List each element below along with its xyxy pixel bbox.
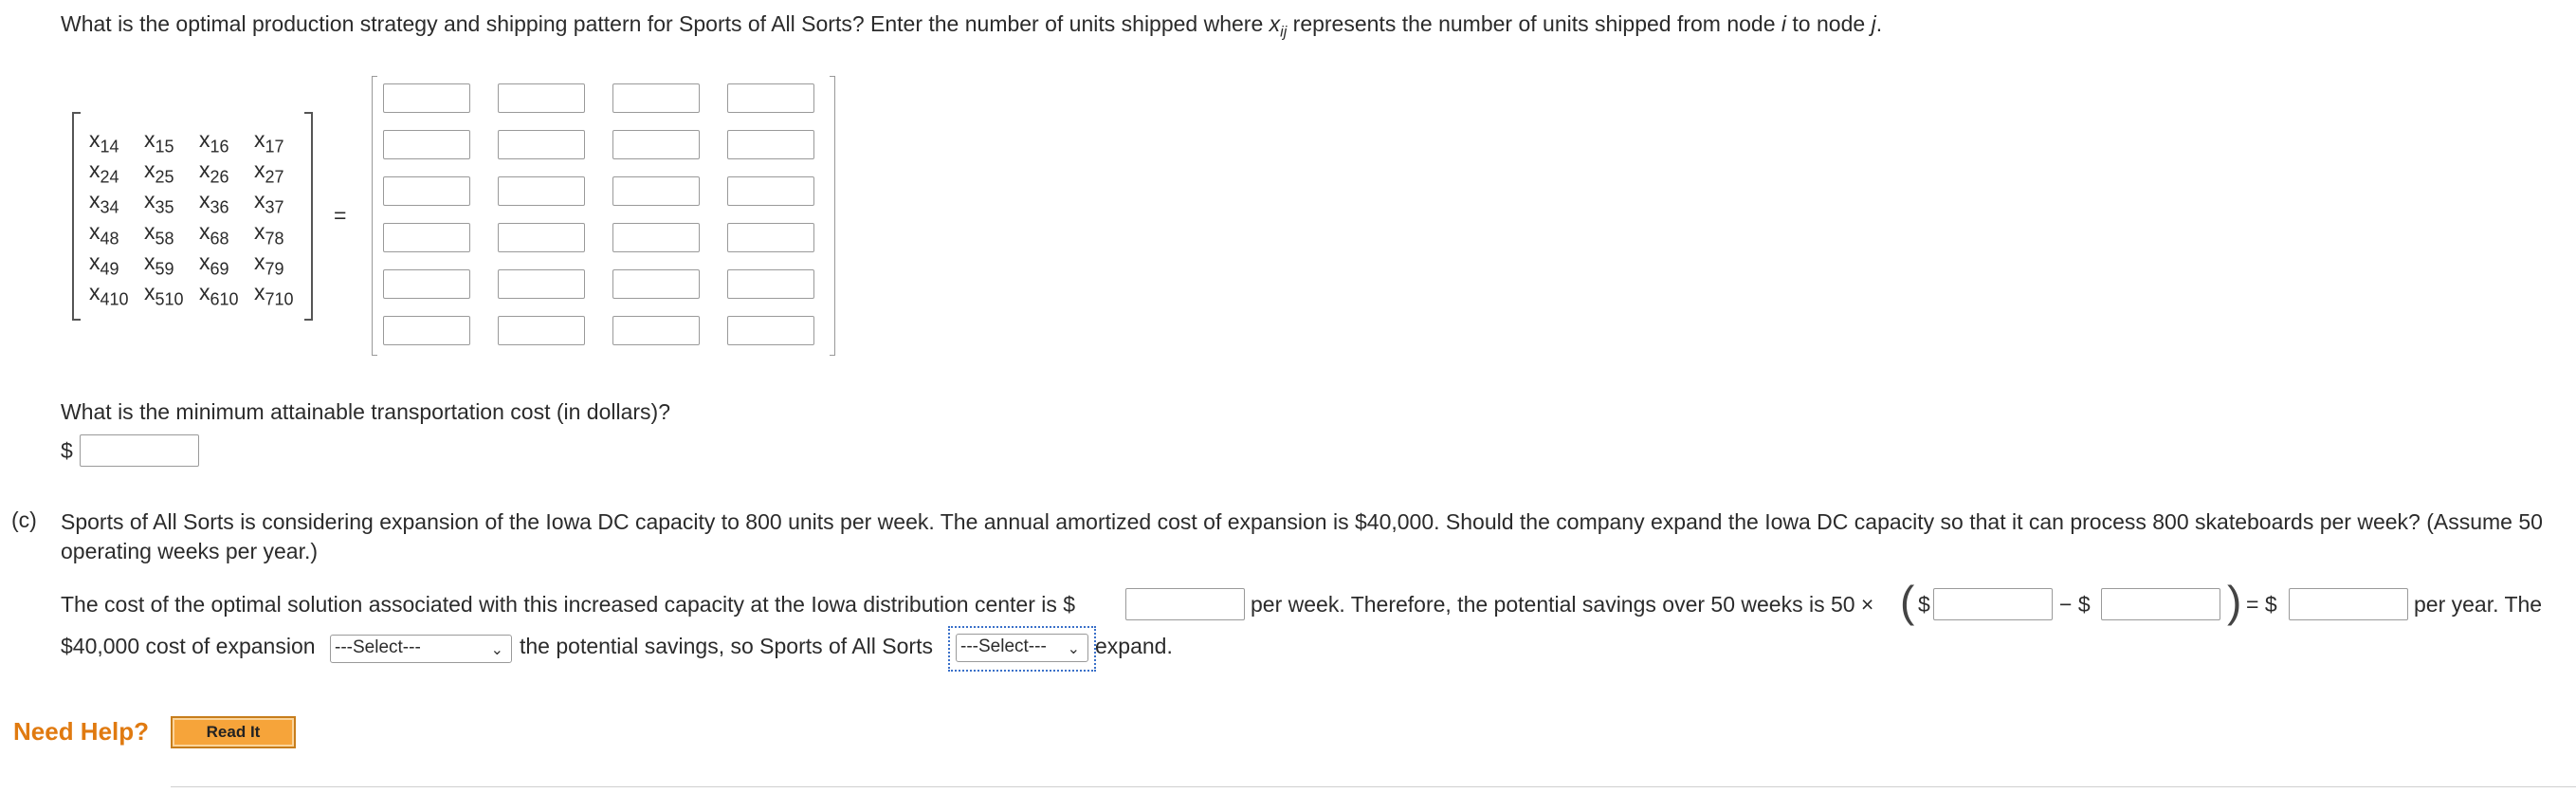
shipment-input[interactable] (383, 223, 470, 252)
matrix-variable: x510 (144, 280, 184, 309)
shipment-input[interactable] (498, 316, 585, 345)
matrix-variable: x37 (254, 188, 284, 217)
matrix-variable: x48 (89, 219, 119, 249)
minus-dollar: − $ (2059, 592, 2091, 617)
expanded-cost-input[interactable] (1125, 588, 1245, 620)
shipment-input[interactable] (498, 223, 585, 252)
compare-select[interactable]: ---Select--- ⌄ (330, 635, 512, 663)
shipment-input[interactable] (727, 83, 814, 113)
matrix-variable: x410 (89, 280, 129, 309)
shipment-input[interactable] (498, 176, 585, 206)
shipment-input[interactable] (727, 269, 814, 299)
equals-dollar: = $ (2246, 592, 2277, 617)
shipment-input[interactable] (383, 316, 470, 345)
matrix-variable: x34 (89, 188, 119, 217)
shipment-input[interactable] (727, 316, 814, 345)
shipment-input[interactable] (727, 130, 814, 159)
expand-word: expand. (1095, 634, 1173, 658)
input-matrix (372, 76, 835, 356)
shipment-input[interactable] (727, 223, 814, 252)
new-cost-input[interactable] (2101, 588, 2220, 620)
min-cost-dollar: $ (61, 438, 73, 463)
matrix-variable: x58 (144, 219, 174, 249)
matrix-variable: x25 (144, 157, 174, 187)
potential-savings-text: the potential savings, so Sports of All … (520, 634, 933, 658)
matrix-variable: x68 (199, 219, 229, 249)
matrix-variable: x15 (144, 127, 174, 157)
question-text: What is the optimal production strategy … (61, 11, 1883, 41)
expansion-cost-line: The cost of the optimal solution associa… (61, 592, 1076, 617)
matrix-variable: x27 (254, 157, 284, 187)
shipment-input[interactable] (383, 269, 470, 299)
matrix-variable: x610 (199, 280, 239, 309)
min-cost-input[interactable] (80, 434, 199, 467)
dollar-sign-1: $ (1918, 592, 1930, 617)
min-cost-question: What is the minimum attainable transport… (61, 399, 671, 424)
expansion-cost-compare: $40,000 cost of expansion (61, 634, 316, 658)
matrix-variable: x710 (254, 280, 294, 309)
chevron-down-icon: ⌄ (490, 642, 503, 658)
read-it-button[interactable]: Read It (171, 716, 296, 748)
need-help-label: Need Help? (13, 717, 150, 746)
shipment-input[interactable] (498, 130, 585, 159)
part-c-text: Sports of All Sorts is considering expan… (61, 509, 2543, 563)
input-bracket-right (830, 76, 835, 356)
matrix-variable: x16 (199, 127, 229, 157)
variable-matrix: x14 x15 x16 x17 x24 x25 x26 x27 x34 x35 x36 x37 x48 x… (72, 112, 313, 321)
matrix-variable: x24 (89, 157, 119, 187)
shipment-input[interactable] (383, 176, 470, 206)
matrix-variable: x35 (144, 188, 174, 217)
shipment-input[interactable] (612, 316, 700, 345)
savings-text: per week. Therefore, the potential savin… (1251, 592, 1874, 617)
matrix-variable: x49 (89, 249, 119, 279)
var-x-ij: xij (1269, 11, 1288, 41)
matrix-variable: x79 (254, 249, 284, 279)
matrix-variable: x78 (254, 219, 284, 249)
matrix-variable: x17 (254, 127, 284, 157)
paren-right: ) (2227, 577, 2242, 626)
paren-left: ( (1900, 577, 1915, 626)
annual-savings-input[interactable] (2289, 588, 2408, 620)
original-cost-input[interactable] (1933, 588, 2053, 620)
input-bracket-left (372, 76, 377, 356)
shipment-input[interactable] (612, 269, 700, 299)
matrix-bracket-right (304, 112, 313, 321)
matrix-variable: x26 (199, 157, 229, 187)
matrix-variable: x59 (144, 249, 174, 279)
matrix-variable: x69 (199, 249, 229, 279)
shipment-input[interactable] (383, 83, 470, 113)
shipment-input[interactable] (612, 223, 700, 252)
shipment-input[interactable] (498, 83, 585, 113)
equals-sign: = (334, 203, 347, 228)
shipment-input[interactable] (612, 176, 700, 206)
expand-decision-select[interactable]: ---Select--- ⌄ (956, 634, 1088, 662)
part-c-label: (c) (11, 507, 37, 532)
shipment-input[interactable] (383, 130, 470, 159)
shipment-input[interactable] (727, 176, 814, 206)
shipment-input[interactable] (612, 83, 700, 113)
bottom-divider (171, 786, 2576, 787)
per-year-text: per year. The (2414, 592, 2543, 617)
matrix-variable: x14 (89, 127, 119, 157)
shipment-input[interactable] (612, 130, 700, 159)
chevron-down-icon: ⌄ (1067, 641, 1080, 657)
matrix-variable: x36 (199, 188, 229, 217)
matrix-bracket-left (72, 112, 81, 321)
shipment-input[interactable] (498, 269, 585, 299)
